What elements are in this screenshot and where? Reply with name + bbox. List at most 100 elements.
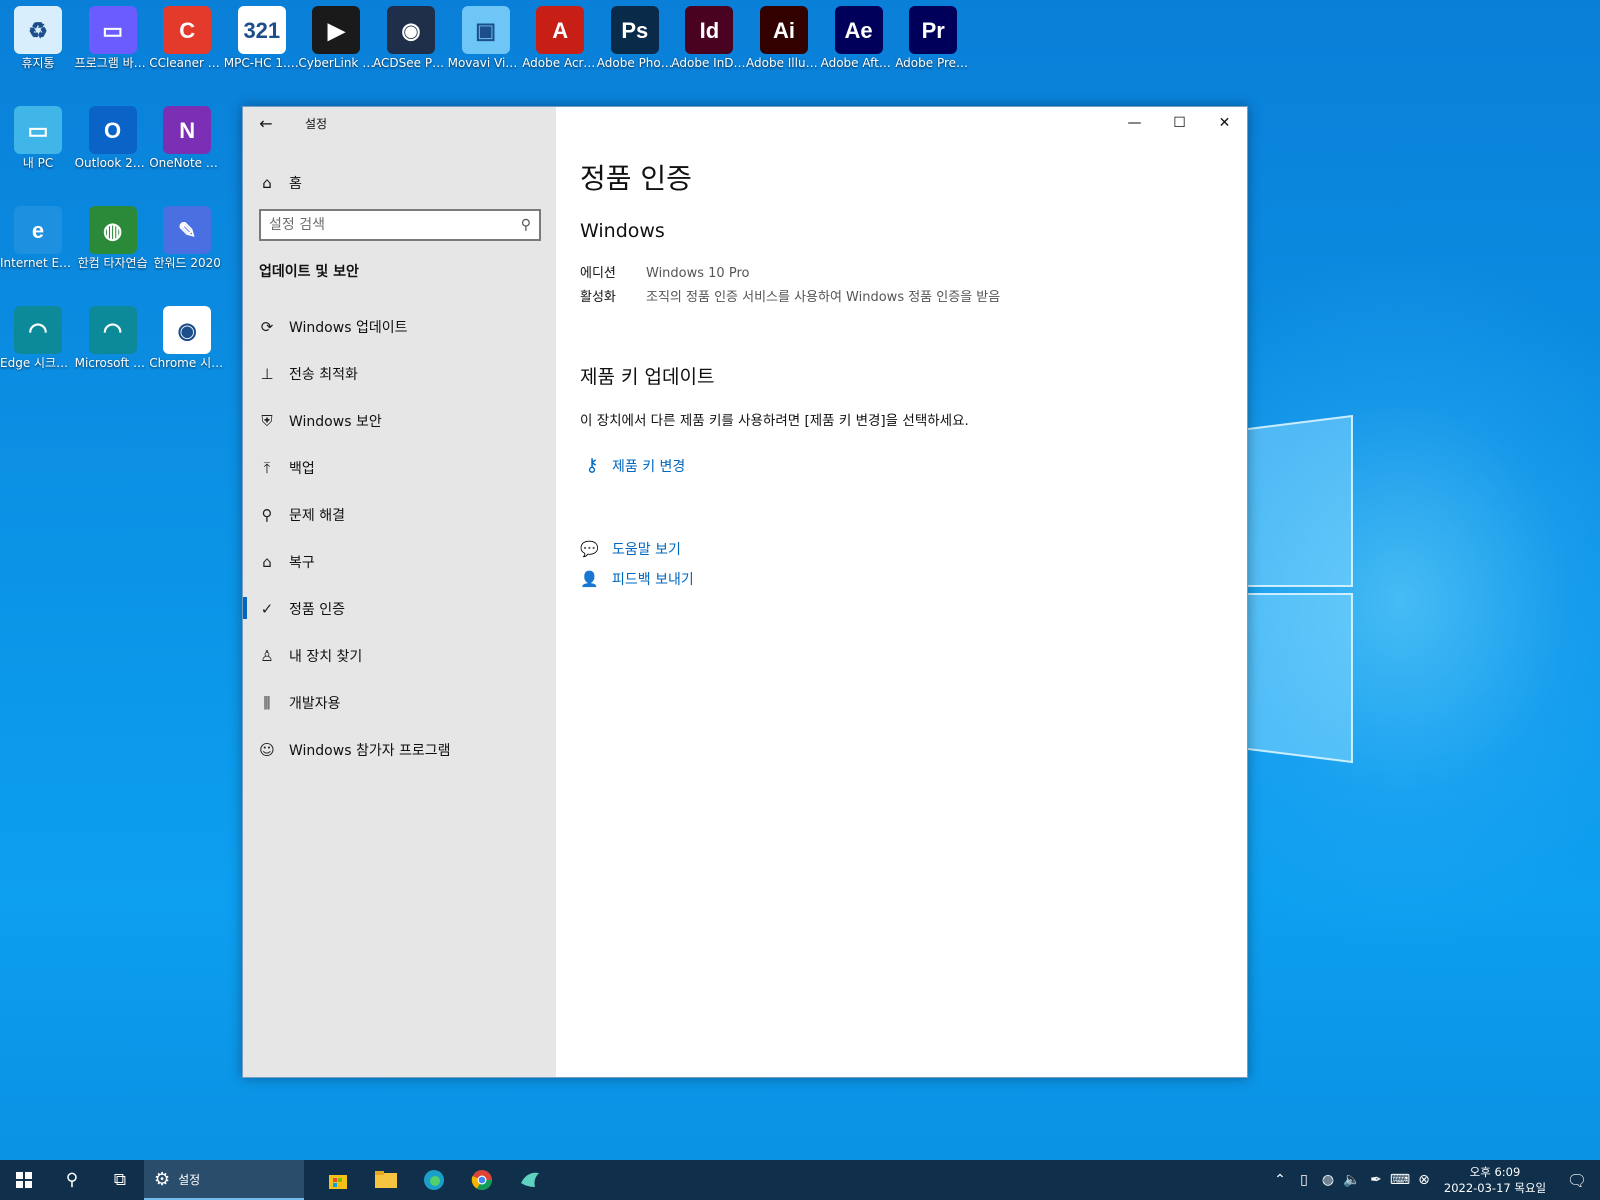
find-device-icon: ♙ xyxy=(260,646,274,665)
sync-icon: ⟳ xyxy=(260,317,274,336)
chevron-up-icon[interactable]: ⌃ xyxy=(1268,1172,1292,1188)
wrench-icon: ⚲ xyxy=(261,505,273,524)
sidebar-item-label: 복구 xyxy=(289,554,315,571)
sidebar-item-label: 개발자용 xyxy=(289,695,341,712)
illustrator-icon: Ai xyxy=(760,6,808,54)
sidebar-nav: ⟳ Windows 업데이트 ⊥ 전송 최적화 ⛨ Windows 보안 ⤒ 백업 ⚲ 문제 해결… xyxy=(243,303,556,773)
desktop-icon[interactable]: ♻ 휴지통 xyxy=(0,6,76,71)
desktop-icon-label: 프로그램 바로가기 xyxy=(74,56,151,70)
taskbar-store[interactable] xyxy=(314,1160,362,1200)
window-title: 설정 xyxy=(305,116,328,131)
main-content: — ☐ ✕ 정품 인증 Windows 에디션 Windows 10 Pro 활… xyxy=(556,107,1247,1077)
taskbar-chrome[interactable] xyxy=(458,1160,506,1200)
settings-window: ← 설정 ⌂ 홈 ⚲ 업데이트 및 보안 ⟳ Windows 업데이트 ⊥ 전송 최적… xyxy=(242,106,1248,1078)
windows-heading: Windows xyxy=(580,220,665,242)
task-view-icon: ⧉ xyxy=(113,1170,127,1190)
hanword-icon: ✎ xyxy=(163,206,212,254)
desktop-icon[interactable]: ◉ Chrome 시크릿 모드 xyxy=(149,306,225,371)
change-product-key-label: 제품 키 변경 xyxy=(612,458,686,475)
tv-folder-icon: ▭ xyxy=(88,6,137,54)
desktop-icon[interactable]: ▭ 프로그램 바로가기 xyxy=(75,6,151,71)
desktop-icon-label: Adobe InDesi… xyxy=(671,56,748,70)
desktop-icon[interactable]: ✎ 한워드 2020 xyxy=(149,206,225,271)
minimize-button[interactable]: — xyxy=(1112,107,1157,139)
taskbar-settings-app[interactable]: ⚙ 설정 xyxy=(144,1160,304,1200)
sidebar-item[interactable]: ☺ Windows 참가자 프로그램 xyxy=(243,726,556,773)
desktop-icon[interactable]: ◍ 한컴 타자연습 xyxy=(75,206,151,271)
desktop-icon[interactable]: O Outlook 2019 xyxy=(75,106,151,171)
usb-device-icon[interactable]: ▯ xyxy=(1292,1172,1316,1188)
desktop-icon[interactable]: C CCleaner Pro 5.81 xyxy=(149,6,225,71)
sidebar-item[interactable]: ⌂ 복구 xyxy=(243,538,556,585)
onenote-icon: N xyxy=(163,106,212,154)
sidebar-item-label: 전송 최적화 xyxy=(289,366,358,383)
sidebar-item[interactable]: ⛨ Windows 보안 xyxy=(243,397,556,444)
network-globe-icon[interactable]: ◍ xyxy=(1316,1172,1340,1188)
change-product-key-link[interactable]: ⚷ 제품 키 변경 xyxy=(580,455,685,476)
task-view-button[interactable]: ⧉ xyxy=(96,1160,144,1200)
start-button[interactable] xyxy=(0,1160,48,1200)
pen-icon[interactable]: ✒ xyxy=(1364,1172,1388,1188)
sidebar-item-label: Windows 보안 xyxy=(289,413,382,430)
help-link[interactable]: 💬 도움말 보기 xyxy=(580,539,681,559)
sidebar-item[interactable]: ⫼ 개발자용 xyxy=(243,679,556,726)
search-taskbar-button[interactable]: ⚲ xyxy=(48,1160,96,1200)
notification-center-icon[interactable]: 🗨 xyxy=(1554,1171,1600,1190)
desktop-icon[interactable]: Ae Adobe After Effects 2020 xyxy=(821,6,897,71)
search-icon[interactable]: ⚲ xyxy=(521,217,531,233)
desktop-icon[interactable]: Pr Adobe Premiere P… xyxy=(895,6,971,71)
desktop-icon-label: ACDSee Photo Stud… xyxy=(373,56,449,70)
close-button[interactable]: ✕ xyxy=(1202,107,1247,139)
desktop-icon[interactable]: 321 MPC-HC 1.9.13 xyxy=(224,6,300,71)
desktop-icon[interactable]: e Internet Explorer xyxy=(0,206,76,271)
taskbar-file-explorer[interactable] xyxy=(362,1160,410,1200)
taskbar-app-bird[interactable] xyxy=(506,1160,554,1200)
desktop-icon[interactable]: ◠ Edge 시크릿 모드 xyxy=(0,306,76,371)
edge-icon xyxy=(424,1170,444,1190)
desktop-icon[interactable]: Id Adobe InDesi… xyxy=(671,6,747,71)
desktop-icon-label: Internet Explorer xyxy=(0,256,76,270)
desktop-icon[interactable]: ◉ ACDSee Photo Stud… xyxy=(373,6,449,71)
title-bar: ← 설정 xyxy=(243,107,327,139)
sidebar-item[interactable]: ⚲ 문제 해결 xyxy=(243,491,556,538)
desktop-icon[interactable]: ◠ Microsoft Edge xyxy=(75,306,151,371)
taskbar-settings-label: 설정 xyxy=(178,1172,201,1187)
desktop-icon[interactable]: ▣ Movavi Video Edit… xyxy=(448,6,524,71)
maximize-button[interactable]: ☐ xyxy=(1157,107,1202,139)
desktop-icon[interactable]: ▭ 내 PC xyxy=(0,106,76,171)
ccleaner-icon: C xyxy=(163,6,212,54)
sidebar-item-label: 문제 해결 xyxy=(289,507,345,524)
desktop-icon[interactable]: Ps Adobe Photosh… xyxy=(597,6,673,71)
settings-search-box: ⚲ xyxy=(259,209,541,241)
outlook-icon: O xyxy=(88,106,137,154)
sidebar-item[interactable]: ⤒ 백업 xyxy=(243,444,556,491)
photoshop-icon: Ps xyxy=(610,6,659,54)
desktop-icon-label: 내 PC xyxy=(22,156,54,170)
sidebar-item[interactable]: ⊥ 전송 최적화 xyxy=(243,350,556,397)
desktop-icon[interactable]: N OneNote 2019 xyxy=(149,106,225,171)
desktop-icon[interactable]: Ai Adobe Illustrat… xyxy=(746,6,822,71)
windows-wallpaper-logo xyxy=(1240,414,1353,764)
product-key-description: 이 장치에서 다른 제품 키를 사용하려면 [제품 키 변경]을 선택하세요. xyxy=(580,413,969,429)
sidebar-item[interactable]: ✓ 정품 인증 xyxy=(243,585,556,632)
taskbar-clock[interactable]: 오후 6:09 2022-03-17 목요일 xyxy=(1436,1164,1554,1196)
sidebar-item-home[interactable]: ⌂ 홈 xyxy=(243,163,556,203)
sidebar-item[interactable]: ♙ 내 장치 찾기 xyxy=(243,632,556,679)
volume-muted-icon[interactable]: 🔈 xyxy=(1340,1172,1364,1188)
back-arrow-icon: ← xyxy=(259,113,273,133)
back-button[interactable]: ← xyxy=(243,107,289,139)
desktop-icon[interactable]: ▶ CyberLink PowerDV… xyxy=(298,6,374,71)
hancom-typing-icon: ◍ xyxy=(88,206,137,254)
product-key-heading: 제품 키 업데이트 xyxy=(580,366,715,388)
desktop-icon-label: CyberLink PowerDV… xyxy=(298,56,374,70)
search-input[interactable] xyxy=(269,217,521,233)
sidebar-item[interactable]: ⟳ Windows 업데이트 xyxy=(243,303,556,350)
ime-icon[interactable]: ⊗ xyxy=(1412,1172,1436,1188)
taskbar-edge[interactable] xyxy=(410,1160,458,1200)
internet-explorer-icon: e xyxy=(14,206,62,254)
clock-time: 오후 6:09 xyxy=(1469,1165,1521,1179)
minimize-icon: — xyxy=(1127,115,1142,131)
desktop-icon[interactable]: A Adobe Acrobat … xyxy=(522,6,598,71)
feedback-link[interactable]: 👤 피드백 보내기 xyxy=(580,569,694,589)
keyboard-icon[interactable]: ⌨ xyxy=(1388,1172,1412,1188)
